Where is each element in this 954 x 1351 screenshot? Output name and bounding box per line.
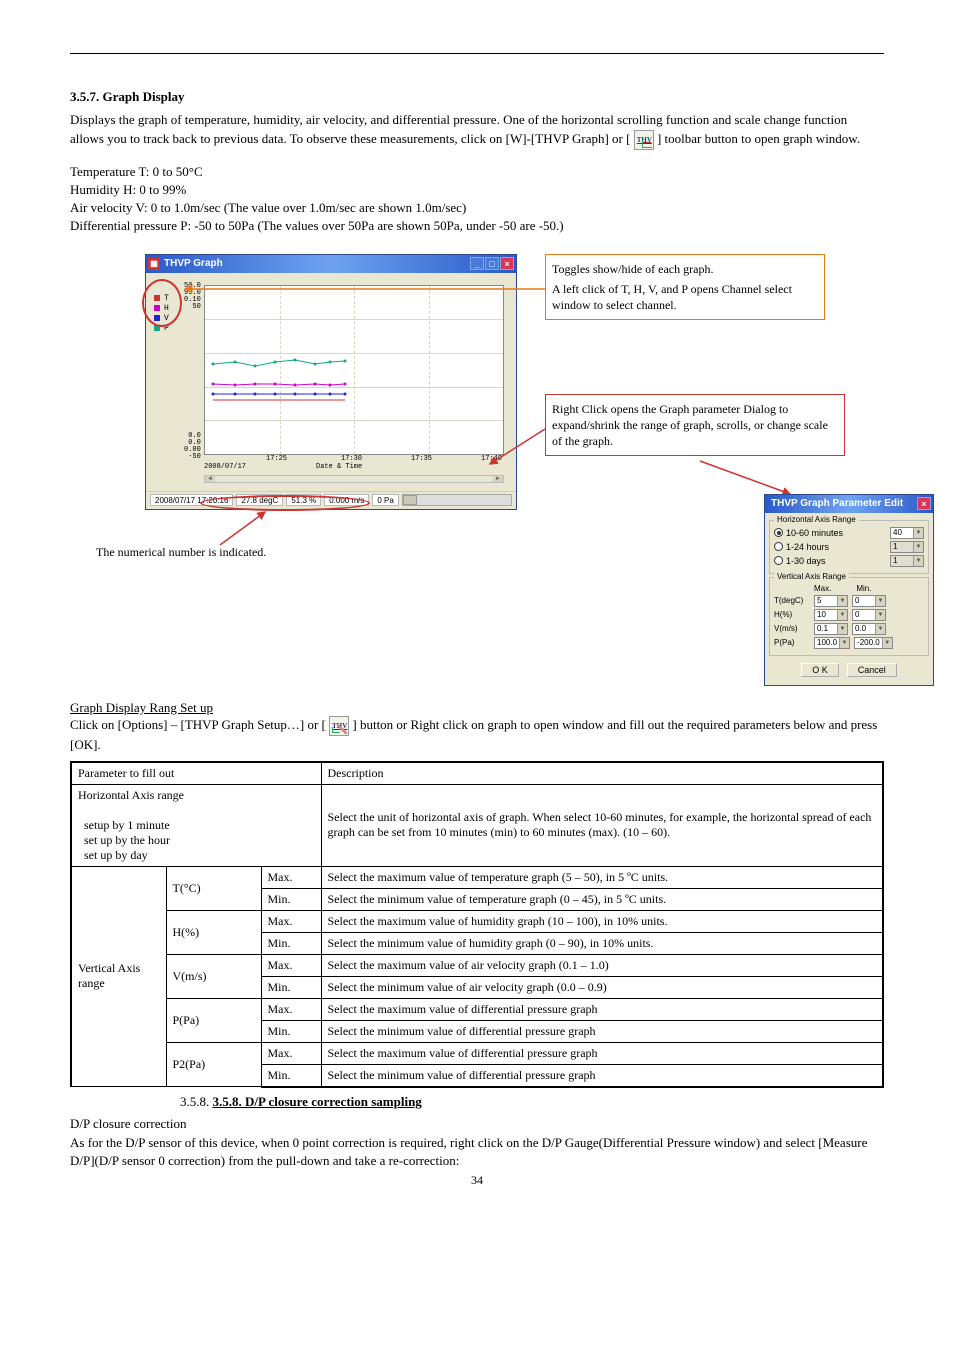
- vertical-axis-fieldset: Vertical Axis Range Max. Min. T(degC) 5▼…: [769, 577, 929, 656]
- xtick-2: 17:30: [341, 455, 362, 463]
- dialog-titlebar[interactable]: THVP Graph Parameter Edit ×: [765, 495, 933, 513]
- radio-1-30-days[interactable]: 1-30 days 1▼: [774, 555, 924, 567]
- vaxis-P: P(Pa): [166, 998, 261, 1042]
- T-min-combo[interactable]: 0▼: [852, 595, 886, 607]
- status-highlight-ellipse: [200, 495, 370, 511]
- plot-area[interactable]: [204, 285, 504, 455]
- dialog-close-button[interactable]: ×: [917, 497, 931, 510]
- table-header-desc: Description: [321, 762, 883, 785]
- vaxis-V-min-desc: Select the minimum value of air velocity…: [321, 976, 883, 998]
- vaxis-H-max-label: Max.: [261, 910, 321, 932]
- vaxis-row-H: H(%) 10▼ 0▼: [774, 609, 924, 621]
- dialog-title: THVP Graph Parameter Edit: [767, 498, 917, 509]
- thvp-graph-toolbar-icon[interactable]: THV: [634, 130, 654, 150]
- vaxis-T-max-desc: Select the maximum value of temperature …: [321, 866, 883, 888]
- dialog-cancel-button[interactable]: Cancel: [847, 663, 897, 677]
- vaxis-V-min-label: Min.: [261, 976, 321, 998]
- chart-region[interactable]: T H V P 50.0 99.0 0.10 50 0.0 0.0 0.00 -…: [146, 273, 516, 491]
- P-max-combo[interactable]: 100.0▼: [814, 637, 850, 649]
- horizontal-scrollbar[interactable]: ◄ ►: [204, 475, 504, 483]
- hours-combo[interactable]: 1▼: [890, 541, 924, 553]
- days-combo[interactable]: 1▼: [890, 555, 924, 567]
- y-labels-bottom: 0.0 0.0 0.00 -50: [184, 433, 201, 461]
- figure-area: ▦ THVP Graph _ □ × T H V P 50.0: [70, 254, 884, 614]
- vaxis-V-max-desc: Select the maximum value of air velocity…: [321, 954, 883, 976]
- restore-button[interactable]: □: [485, 257, 499, 270]
- callout-legend: Toggles show/hide of each graph. A left …: [545, 254, 825, 321]
- status-pressure: 0 Pa: [372, 494, 398, 506]
- vaxis-row-T: T(degC) 5▼ 0▼: [774, 595, 924, 607]
- vaxis-V-max-label: Max.: [261, 954, 321, 976]
- measure-line-V: Air velocity V: 0 to 1.0m/sec (The value…: [70, 200, 884, 216]
- vaxis-P-min-label: Min.: [261, 1020, 321, 1042]
- close-button[interactable]: ×: [500, 257, 514, 270]
- V-min-combo[interactable]: 0.0▼: [852, 623, 886, 635]
- section-3-5-7-title: 3.5.7. Graph Display: [70, 89, 884, 105]
- section-3-5-8-title: 3.5.8. 3.5.8. D/P closure correction sam…: [180, 1094, 884, 1110]
- section-3-5-7-para: Displays the graph of temperature, humid…: [70, 111, 884, 150]
- minimize-button[interactable]: _: [470, 257, 484, 270]
- vaxis-H: H(%): [166, 910, 261, 954]
- page-number: 34: [0, 1173, 954, 1188]
- thvp-setup-toolbar-icon[interactable]: THV: [329, 716, 349, 736]
- x-axis-title: Date & Time: [316, 463, 362, 471]
- vaxis-H-max-desc: Select the maximum value of humidity gra…: [321, 910, 883, 932]
- status-slider[interactable]: [402, 494, 512, 506]
- vaxis-P2-max-desc: Select the maximum value of differential…: [321, 1042, 883, 1064]
- vaxis-T-min-label: Min.: [261, 888, 321, 910]
- vaxis-T-max-label: Max.: [261, 866, 321, 888]
- horizontal-axis-fieldset: Horizontal Axis Range 10-60 minutes 40▼ …: [769, 520, 929, 574]
- measure-line-H: Humidity H: 0 to 99%: [70, 182, 884, 198]
- xtick-3: 17:35: [411, 455, 432, 463]
- V-max-combo[interactable]: 0.1▼: [814, 623, 848, 635]
- vaxis-T: T(°C): [166, 866, 261, 910]
- page-header: [70, 50, 884, 54]
- dialog-ok-button[interactable]: O K: [801, 663, 839, 677]
- table-header-param: Parameter to fill out: [71, 762, 321, 785]
- vaxis-H-min-label: Min.: [261, 932, 321, 954]
- minutes-combo[interactable]: 40▼: [890, 527, 924, 539]
- callout-rightclick: Right Click opens the Graph parameter Di…: [545, 394, 845, 457]
- T-max-combo[interactable]: 5▼: [814, 595, 848, 607]
- vaxis-label: Vertical Axis range: [71, 866, 166, 1087]
- H-max-combo[interactable]: 10▼: [814, 609, 848, 621]
- vaxis-P2-min-label: Min.: [261, 1064, 321, 1087]
- scroll-left-button[interactable]: ◄: [205, 476, 215, 482]
- P-min-combo[interactable]: -200.0▼: [854, 637, 893, 649]
- vaxis-T-min-desc: Select the minimum value of temperature …: [321, 888, 883, 910]
- vaxis-P2: P2(Pa): [166, 1042, 261, 1087]
- vaxis-P-min-desc: Select the minimum value of differential…: [321, 1020, 883, 1042]
- xtick-1: 17:25: [266, 455, 287, 463]
- vaxis-P2-max-label: Max.: [261, 1042, 321, 1064]
- window-icon: ▦: [148, 258, 160, 270]
- x-date: 2008/07/17: [204, 463, 246, 471]
- measure-line-P: Differential pressure P: -50 to 50Pa (Th…: [70, 218, 884, 234]
- radio-10-60-minutes[interactable]: 10-60 minutes 40▼: [774, 527, 924, 539]
- section-3-5-8-body: As for the D/P sensor of this device, wh…: [70, 1134, 884, 1170]
- scroll-right-button[interactable]: ►: [493, 476, 503, 482]
- measure-line-T: Temperature T: 0 to 50°C: [70, 164, 884, 180]
- vaxis-H-min-desc: Select the minimum value of humidity gra…: [321, 932, 883, 954]
- thvp-graph-parameter-dialog: THVP Graph Parameter Edit × Horizontal A…: [764, 494, 934, 686]
- H-min-combo[interactable]: 0▼: [852, 609, 886, 621]
- radio-1-24-hours[interactable]: 1-24 hours 1▼: [774, 541, 924, 553]
- vaxis-row-P: P(Pa) 100.0▼ -200.0▼: [774, 637, 924, 649]
- haxis-label: Horizontal Axis range setup by 1 minute …: [71, 784, 321, 866]
- vaxis-P-max-label: Max.: [261, 998, 321, 1020]
- vaxis-row-V: V(m/s) 0.1▼ 0.0▼: [774, 623, 924, 635]
- window-title: THVP Graph: [164, 258, 470, 269]
- graph-range-text: Click on [Options] – [THVP Graph Setup…]…: [70, 716, 884, 755]
- vaxis-V: V(m/s): [166, 954, 261, 998]
- parameter-table: Parameter to fill out Description Horizo…: [70, 761, 884, 1088]
- window-titlebar[interactable]: ▦ THVP Graph _ □ ×: [146, 255, 516, 273]
- section-3-5-8-subtitle: D/P closure correction: [70, 1116, 884, 1132]
- haxis-desc: Select the unit of horizontal axis of gr…: [321, 784, 883, 866]
- legend-highlight-circle: [142, 279, 182, 327]
- vaxis-P2-min-desc: Select the minimum value of differential…: [321, 1064, 883, 1087]
- vaxis-P-max-desc: Select the maximum value of differential…: [321, 998, 883, 1020]
- graph-range-title: Graph Display Rang Set up: [70, 700, 884, 716]
